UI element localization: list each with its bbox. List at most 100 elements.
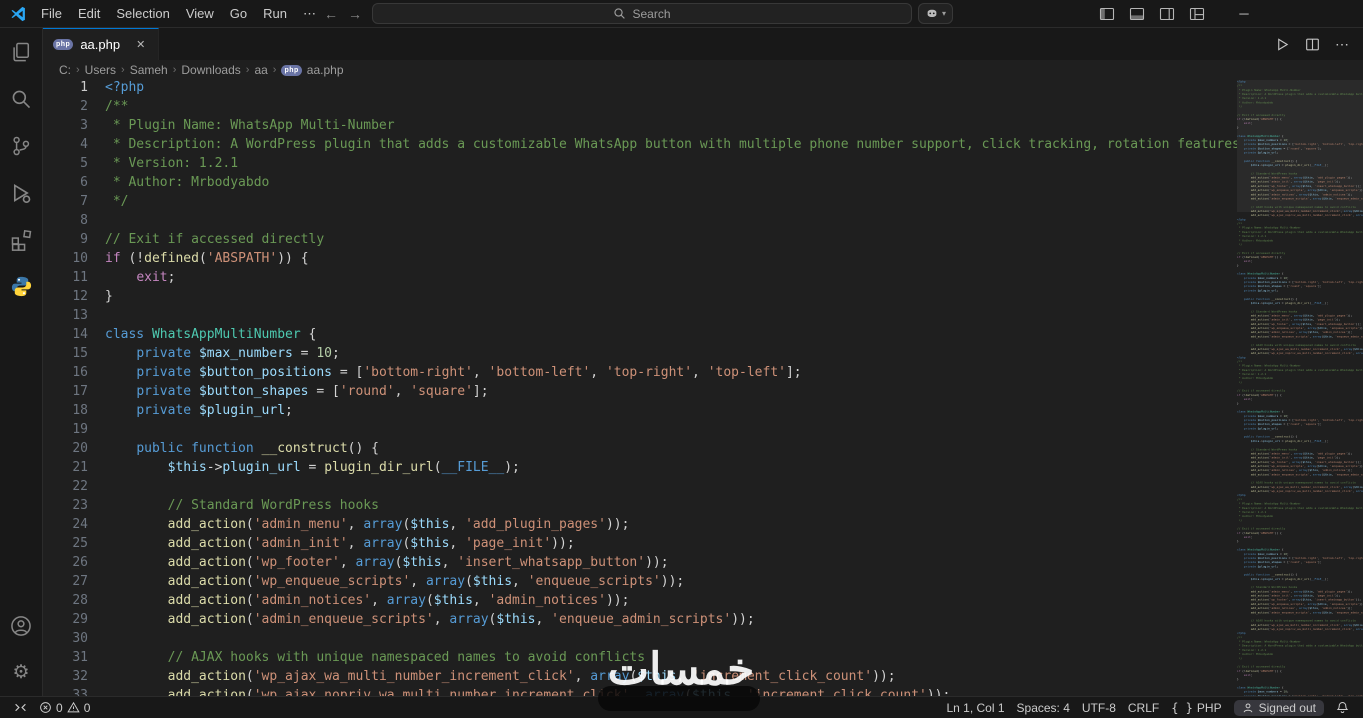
line-number[interactable]: 11 [43, 270, 105, 289]
eol-sequence[interactable]: CRLF [1122, 701, 1165, 715]
code-line[interactable]: 19 [43, 422, 1237, 441]
line-number[interactable]: 9 [43, 232, 105, 251]
code-line[interactable]: 31 // AJAX hooks with unique namespaced … [43, 650, 1237, 669]
code-line[interactable]: 4 * Description: A WordPress plugin that… [43, 137, 1237, 156]
breadcrumb-item[interactable]: Downloads [181, 63, 240, 77]
code-line[interactable]: 1 <?php [43, 80, 1237, 99]
remote-indicator-icon[interactable] [8, 701, 33, 714]
menu-item-3[interactable]: View [178, 3, 222, 24]
more-actions-icon[interactable]: ⋯ [1335, 36, 1349, 53]
line-number[interactable]: 8 [43, 213, 105, 232]
code-line[interactable]: 13 [43, 308, 1237, 327]
close-tab-icon[interactable]: ✕ [133, 37, 148, 52]
toggle-sidebar-icon[interactable] [1099, 6, 1115, 22]
line-number[interactable]: 28 [43, 593, 105, 612]
cursor-position[interactable]: Ln 1, Col 1 [940, 701, 1010, 715]
extensions-icon[interactable] [0, 216, 43, 263]
code-line[interactable]: 2/** [43, 99, 1237, 118]
menu-item-4[interactable]: Go [222, 3, 255, 24]
code-line[interactable]: 27 add_action('wp_enqueue_scripts', arra… [43, 574, 1237, 593]
line-number[interactable]: 25 [43, 536, 105, 555]
split-editor-icon[interactable] [1305, 37, 1320, 52]
problems-indicator[interactable]: 0 0 [33, 701, 96, 715]
minimize-button[interactable]: ─ [1227, 6, 1261, 21]
source-control-icon[interactable] [0, 122, 43, 169]
line-number[interactable]: 2 [43, 99, 105, 118]
line-number[interactable]: 32 [43, 669, 105, 688]
code-line[interactable]: 15 private $max_numbers = 10; [43, 346, 1237, 365]
code-line[interactable]: 25 add_action('admin_init', array($this,… [43, 536, 1237, 555]
search-sidebar-icon[interactable] [0, 75, 43, 122]
code-line[interactable]: 5 * Version: 1.2.1 [43, 156, 1237, 175]
line-number[interactable]: 33 [43, 688, 105, 696]
encoding[interactable]: UTF-8 [1076, 701, 1122, 715]
code-line[interactable]: 21 $this->plugin_url = plugin_dir_url(__… [43, 460, 1237, 479]
code-line[interactable]: 33 add_action('wp_ajax_nopriv_wa_multi_n… [43, 688, 1237, 696]
toggle-panel-icon[interactable] [1129, 6, 1145, 22]
line-number[interactable]: 18 [43, 403, 105, 422]
code-line[interactable]: 3 * Plugin Name: WhatsApp Multi-Number [43, 118, 1237, 137]
language-mode[interactable]: { } PHP [1165, 701, 1227, 715]
line-number[interactable]: 16 [43, 365, 105, 384]
code-line[interactable]: 17 private $button_shapes = ['round', 's… [43, 384, 1237, 403]
menu-item-6[interactable]: ⋯ [295, 3, 324, 25]
code-line[interactable]: 23 // Standard WordPress hooks [43, 498, 1237, 517]
line-number[interactable]: 29 [43, 612, 105, 631]
back-icon[interactable]: ← [324, 6, 338, 22]
line-number[interactable]: 10 [43, 251, 105, 270]
code-line[interactable]: 20 public function __construct() { [43, 441, 1237, 460]
accounts-icon[interactable] [0, 602, 43, 649]
forward-icon[interactable]: → [348, 6, 362, 22]
breadcrumb-item[interactable]: aa.php [307, 63, 344, 77]
code-line[interactable]: 30 [43, 631, 1237, 650]
line-number[interactable]: 12 [43, 289, 105, 308]
line-number[interactable]: 22 [43, 479, 105, 498]
line-number[interactable]: 15 [43, 346, 105, 365]
code-lines[interactable]: 1 <?php 2/** 3 * Plugin Name: WhatsApp Mult… [43, 80, 1237, 696]
indentation[interactable]: Spaces: 4 [1011, 701, 1076, 715]
code-line[interactable]: 6 * Author: Mrbodyabdo [43, 175, 1237, 194]
line-number[interactable]: 6 [43, 175, 105, 194]
line-number[interactable]: 1 [43, 80, 105, 99]
code-line[interactable]: 18 private $plugin_url; [43, 403, 1237, 422]
search-box[interactable]: Search [372, 3, 912, 24]
code-line[interactable]: 28 add_action('admin_notices', array($th… [43, 593, 1237, 612]
code-line[interactable]: 22 [43, 479, 1237, 498]
line-number[interactable]: 3 [43, 118, 105, 137]
line-number[interactable]: 4 [43, 137, 105, 156]
code-line[interactable]: 10 if (!defined('ABSPATH')) { [43, 251, 1237, 270]
line-number[interactable]: 24 [43, 517, 105, 536]
code-line[interactable]: 16 private $button_positions = ['bottom-… [43, 365, 1237, 384]
line-number[interactable]: 14 [43, 327, 105, 346]
menu-item-0[interactable]: File [33, 3, 70, 24]
line-number[interactable]: 5 [43, 156, 105, 175]
breadcrumb-item[interactable]: Users [85, 63, 116, 77]
explorer-icon[interactable] [0, 28, 43, 75]
code-line[interactable]: 9// Exit if accessed directly [43, 232, 1237, 251]
run-debug-icon[interactable] [0, 169, 43, 216]
code-line[interactable]: 29 add_action('admin_enqueue_scripts', a… [43, 612, 1237, 631]
copilot-button[interactable]: ▾ [918, 3, 954, 24]
breadcrumb-item[interactable]: C: [59, 63, 71, 77]
code-line[interactable]: 7 */ [43, 194, 1237, 213]
code-line[interactable]: 24 add_action('admin_menu', array($this,… [43, 517, 1237, 536]
line-number[interactable]: 7 [43, 194, 105, 213]
line-number[interactable]: 30 [43, 631, 105, 650]
code-line[interactable]: 32 add_action('wp_ajax_wa_multi_number_i… [43, 669, 1237, 688]
python-extension-icon[interactable] [0, 263, 43, 310]
code-line[interactable]: 11 exit; [43, 270, 1237, 289]
notifications-bell-icon[interactable] [1330, 701, 1355, 714]
breadcrumb-item[interactable]: aa [254, 63, 267, 77]
line-number[interactable]: 20 [43, 441, 105, 460]
line-number[interactable]: 27 [43, 574, 105, 593]
code-line[interactable]: 14 class WhatsAppMultiNumber { [43, 327, 1237, 346]
vscode-logo-icon[interactable] [9, 5, 27, 23]
line-number[interactable]: 21 [43, 460, 105, 479]
settings-gear-icon[interactable]: ⚙ [0, 649, 43, 696]
code-line[interactable]: 26 add_action('wp_footer', array($this, … [43, 555, 1237, 574]
line-number[interactable]: 23 [43, 498, 105, 517]
line-number[interactable]: 26 [43, 555, 105, 574]
line-number[interactable]: 31 [43, 650, 105, 669]
code-line[interactable]: 12} [43, 289, 1237, 308]
line-number[interactable]: 13 [43, 308, 105, 327]
